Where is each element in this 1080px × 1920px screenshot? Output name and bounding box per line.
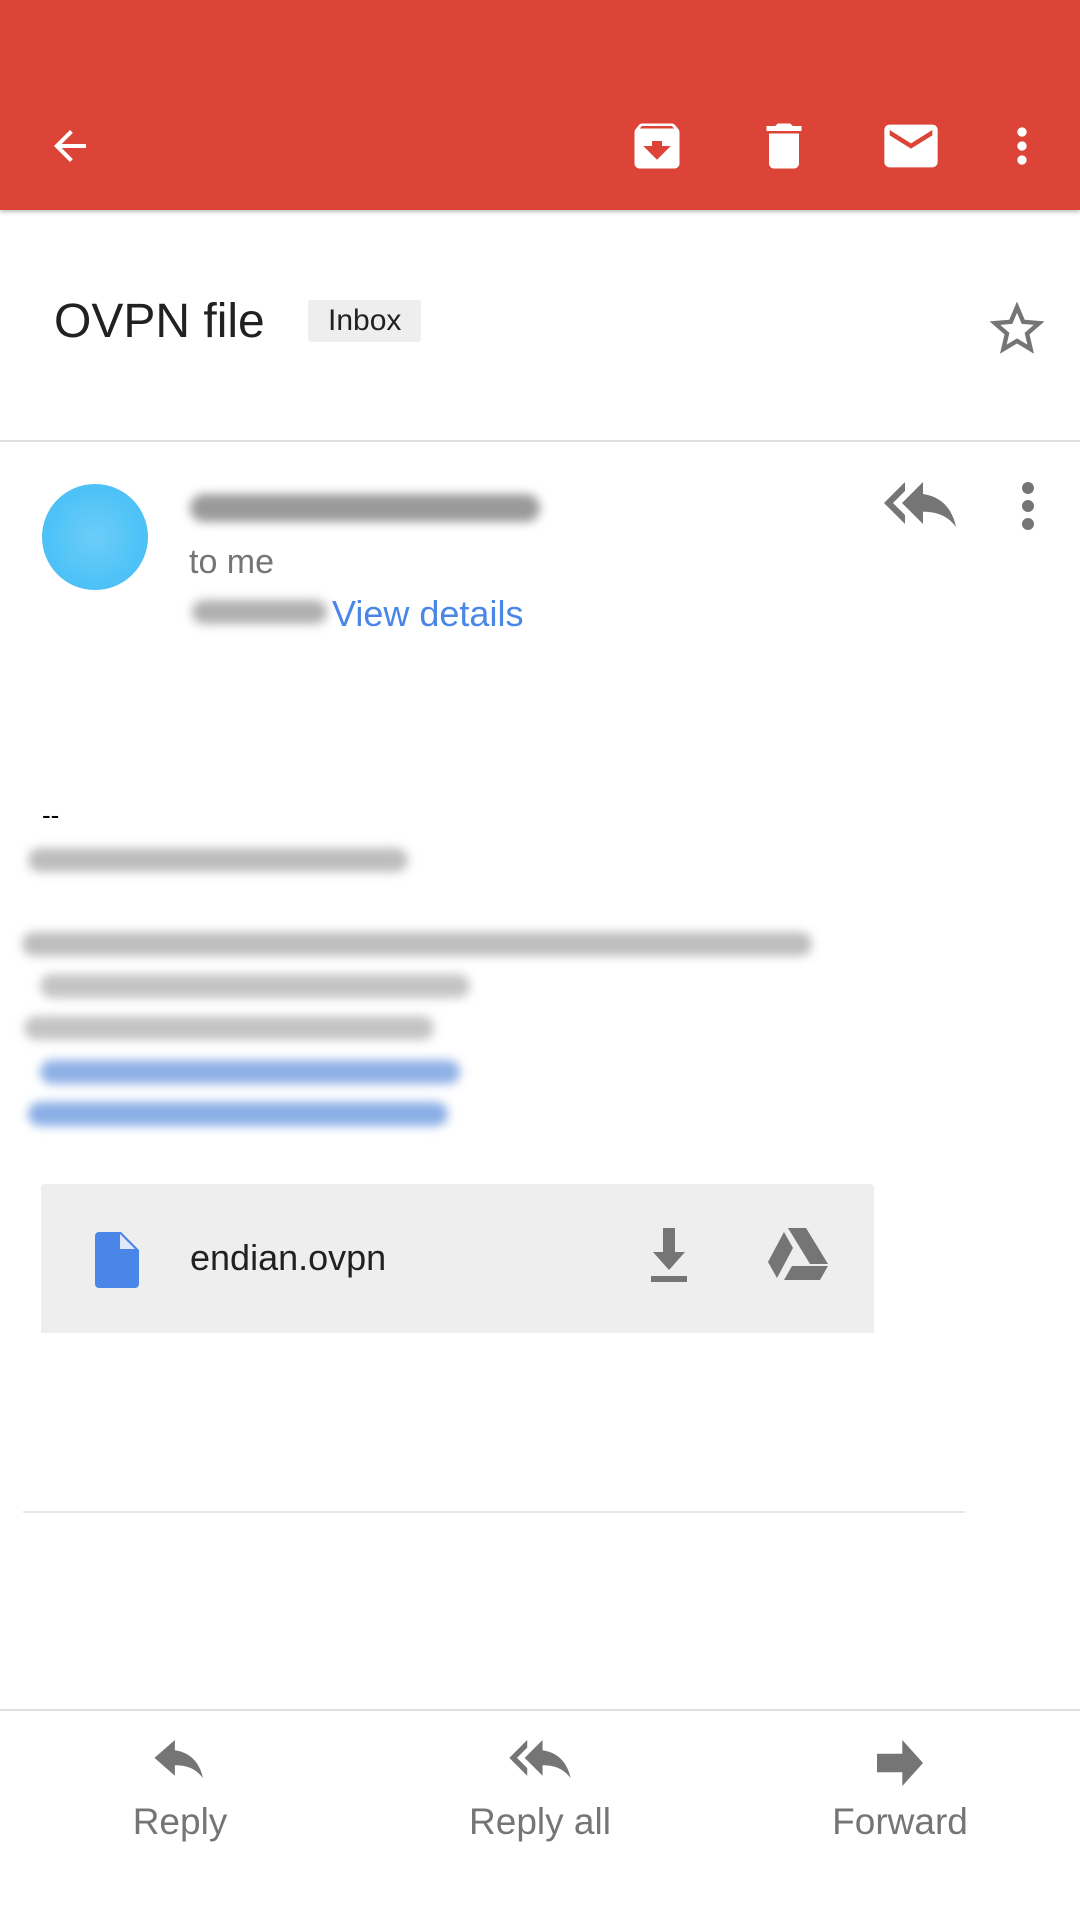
app-bar [0, 0, 1080, 210]
divider [0, 440, 1080, 442]
reply-all-icon [509, 1740, 571, 1779]
divider [23, 1511, 965, 1513]
label-chip-inbox[interactable]: Inbox [308, 300, 422, 342]
forward-label: Forward [832, 1801, 968, 1842]
date-redacted [192, 600, 327, 624]
signature-line-redacted [22, 932, 812, 956]
sender-name-redacted[interactable] [190, 494, 540, 522]
attachment-card[interactable]: endian.ovpn [41, 1184, 874, 1333]
star-button[interactable] [984, 296, 1050, 362]
file-icon [95, 1232, 139, 1288]
signature-link-redacted[interactable] [40, 1060, 460, 1084]
back-button[interactable] [34, 110, 106, 182]
reply-button[interactable]: Reply [50, 1740, 310, 1880]
reply-label: Reply [132, 1801, 228, 1842]
signature-link-redacted[interactable] [28, 1102, 448, 1126]
mark-unread-button[interactable] [875, 110, 947, 182]
more-options-button[interactable] [986, 110, 1058, 182]
delete-button[interactable] [748, 110, 820, 182]
attachment-file-name: endian.ovpn [190, 1237, 387, 1278]
archive-button[interactable] [621, 110, 693, 182]
save-to-drive-button[interactable] [768, 1228, 832, 1292]
email-subject: OVPN file [54, 295, 265, 348]
reply-all-button[interactable]: Reply all [410, 1740, 670, 1880]
drive-icon [768, 1228, 828, 1280]
trash-icon [766, 123, 802, 169]
message-more-button[interactable] [1010, 476, 1046, 536]
sender-avatar[interactable] [42, 484, 148, 590]
reply-all-button-top[interactable] [884, 476, 956, 536]
arrow-back-icon [54, 130, 86, 162]
star-outline-icon [989, 301, 1045, 354]
signature-separator: -- [42, 800, 60, 830]
more-vert-icon [1017, 127, 1027, 165]
reply-all-label: Reply all [469, 1801, 611, 1842]
forward-icon [877, 1740, 923, 1786]
signature-line-redacted [28, 848, 408, 872]
reply-icon [154, 1740, 203, 1779]
forward-button[interactable]: Forward [770, 1740, 1030, 1880]
bottom-bar-divider [0, 1709, 1080, 1711]
signature-line-redacted [24, 1016, 434, 1040]
mail-icon [884, 124, 938, 168]
download-icon [651, 1228, 687, 1282]
reply-all-icon [884, 482, 956, 527]
more-vert-icon [1022, 482, 1034, 530]
download-button[interactable] [645, 1228, 709, 1292]
archive-icon [634, 123, 680, 169]
view-details-link[interactable]: View details [332, 592, 523, 636]
recipient-line: to me [189, 543, 275, 581]
signature-line-redacted [40, 974, 470, 998]
